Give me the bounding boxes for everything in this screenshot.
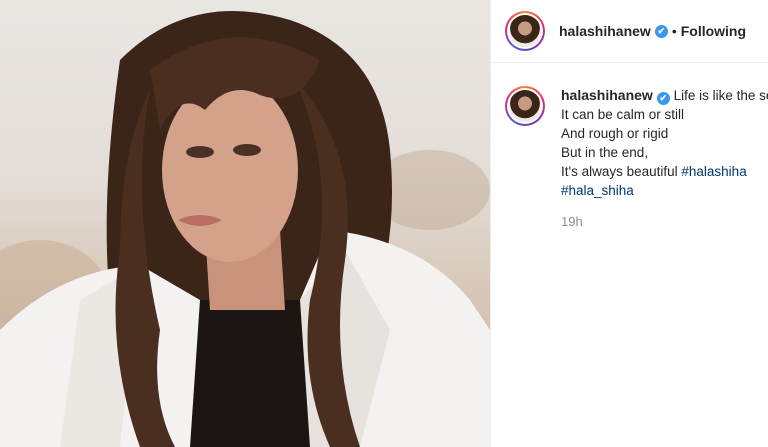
- avatar-image: [509, 15, 541, 47]
- avatar-border: [507, 13, 543, 49]
- caption-line-2: And rough or rigid: [561, 126, 669, 141]
- separator-dot: •: [671, 23, 677, 39]
- verified-badge-icon: ✔: [654, 24, 668, 38]
- post-sidebar: halashihanew ✔ • Following halashihanew ✔…: [490, 0, 768, 447]
- caption-line-4-text: It's always beautiful: [561, 164, 682, 179]
- caption-line-4: It's always beautiful #halashiha: [561, 162, 768, 181]
- caption-line-3: But in the end,: [561, 145, 649, 160]
- caption-comment: halashihanew✔ Life is like the sea It ca…: [505, 86, 768, 231]
- following-button[interactable]: Following: [681, 23, 746, 39]
- caption-line-1: It can be calm or still: [561, 107, 685, 122]
- hashtag-link[interactable]: #halashiha: [681, 164, 746, 179]
- caption-first-line: halashihanew✔ Life is like the sea: [561, 86, 768, 105]
- caption-line-5: #hala_shiha: [561, 181, 768, 200]
- caption-line-0: Life is like the sea: [673, 88, 768, 103]
- photo-illustration: [0, 11, 490, 447]
- username-link[interactable]: halashihanew: [559, 23, 651, 39]
- post-header: halashihanew ✔ • Following: [491, 0, 768, 63]
- avatar-border: [507, 88, 543, 124]
- profile-avatar[interactable]: [505, 11, 545, 51]
- header-meta: halashihanew ✔ • Following: [559, 23, 746, 39]
- caption-text: halashihanew✔ Life is like the sea It ca…: [561, 86, 768, 231]
- hashtag-link[interactable]: #hala_shiha: [561, 183, 634, 198]
- verified-badge-icon: ✔: [656, 92, 670, 105]
- avatar-image: [509, 90, 541, 122]
- caption-username-link[interactable]: halashihanew: [561, 87, 653, 103]
- post-time[interactable]: 19h: [561, 212, 768, 231]
- post-photo[interactable]: [0, 0, 490, 447]
- caption-avatar[interactable]: [505, 86, 545, 126]
